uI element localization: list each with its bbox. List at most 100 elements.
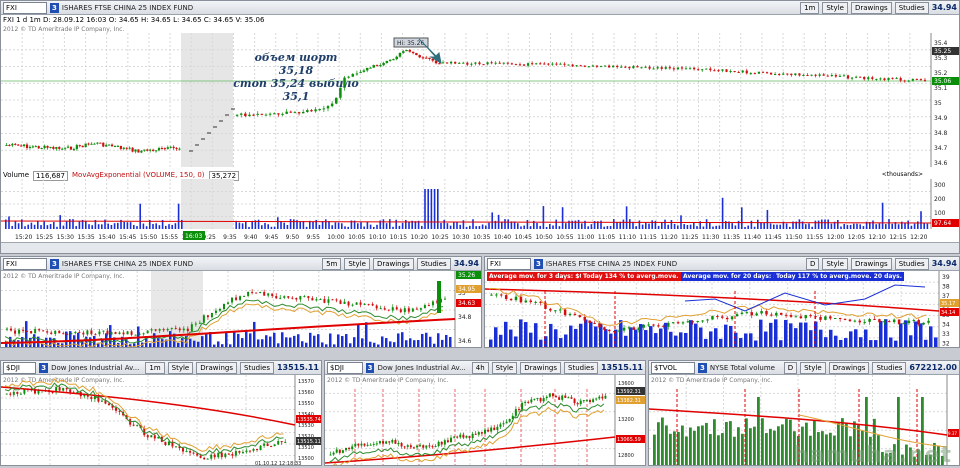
drawings-button[interactable]: Drawings	[850, 1, 892, 14]
volume-bar	[729, 325, 733, 347]
rally-candle	[326, 106, 330, 109]
mr-candle	[745, 312, 749, 314]
style-button[interactable]: Style	[800, 361, 826, 374]
volume-bar	[449, 225, 452, 229]
volume-bar	[229, 344, 232, 347]
drawings-button[interactable]: Drawings	[196, 361, 238, 374]
b2-candle	[542, 398, 545, 402]
studies-button[interactable]: Studies	[872, 361, 907, 374]
y-tick-label: 13550	[298, 401, 314, 407]
time-label: 11:00	[577, 234, 594, 241]
top-candle	[408, 49, 412, 52]
volume-bar	[904, 320, 908, 347]
main-volume-plot[interactable]: 300 200 100 97.64	[1, 179, 960, 229]
volume-bar	[369, 224, 372, 229]
symbol-input[interactable]: FXI	[3, 257, 47, 270]
time-label: 12:10	[869, 234, 886, 241]
symbol-input[interactable]: FXI	[487, 257, 531, 270]
b2-candle	[589, 400, 592, 402]
interval-button[interactable]: 4h	[471, 361, 489, 374]
volume-bar	[677, 225, 679, 229]
ml-candle	[110, 332, 113, 335]
volume-bar	[789, 323, 793, 347]
volume-bar	[305, 226, 308, 229]
volume-bar	[657, 422, 660, 465]
link-group-badge[interactable]: 3	[534, 258, 543, 269]
studies-button[interactable]: Studies	[240, 361, 274, 374]
b1-candle	[16, 391, 19, 394]
volume-bar	[719, 338, 723, 347]
link-group-badge[interactable]: 3	[50, 2, 59, 13]
drift-candle	[506, 62, 509, 64]
volume-bar	[280, 221, 282, 229]
pre-candle	[131, 147, 134, 152]
drawings-button[interactable]: Drawings	[828, 361, 870, 374]
style-button[interactable]: Style	[822, 1, 848, 14]
mid-left-plot[interactable]: 3534.834.635.2634.9534.63	[1, 271, 482, 348]
link-group-badge[interactable]: 3	[698, 362, 707, 373]
b2-candle	[573, 398, 576, 404]
volume-bar	[437, 189, 439, 229]
style-button[interactable]: Style	[344, 257, 370, 270]
pre-candle	[134, 149, 137, 152]
volume-bar	[539, 339, 543, 347]
volume-bar	[616, 222, 618, 229]
drift-candle	[514, 64, 518, 66]
volume-bar	[653, 434, 656, 465]
volume-bar	[629, 327, 633, 347]
horizontal-scrollbar[interactable]	[1, 242, 959, 253]
b2-candle	[385, 441, 388, 444]
volume-bar	[777, 426, 780, 465]
style-button[interactable]: Style	[491, 361, 518, 374]
link-group-badge[interactable]: 3	[365, 362, 375, 373]
studies-button[interactable]: Studies	[564, 361, 598, 374]
bottom1-plot[interactable]: 1357013560135501354013530135201351013500…	[1, 375, 322, 466]
ml-candle	[295, 298, 298, 300]
ml-candle	[142, 333, 145, 335]
volume-bar	[401, 222, 404, 229]
drift-candle	[672, 68, 675, 70]
style-button[interactable]: Style	[822, 257, 848, 270]
volume-bar	[673, 223, 676, 229]
symbol-input[interactable]: $DJI	[3, 361, 37, 374]
volume-bar	[345, 334, 348, 347]
bottom-dji-1m-panel: $DJI 3 Dow Jones Industrial Av... 1m Sty…	[0, 360, 322, 466]
drift-candle	[494, 62, 497, 64]
style-button[interactable]: Style	[167, 361, 194, 374]
symbol-input[interactable]: $TVOL	[651, 361, 695, 374]
volume-bar	[328, 221, 330, 229]
link-group-badge[interactable]: 3	[39, 362, 49, 373]
b2-candle	[555, 396, 558, 398]
link-group-badge[interactable]: 3	[50, 258, 59, 269]
ml-candle	[423, 305, 426, 309]
mid-right-plot[interactable]: 393837363534333235.1734.14	[485, 271, 960, 348]
studies-button[interactable]: Studies	[416, 257, 451, 270]
ml-candle	[407, 308, 410, 312]
drawings-button[interactable]: Drawings	[850, 257, 892, 270]
volume-bar	[145, 226, 148, 229]
ml-candle	[251, 291, 254, 293]
main-price-plot[interactable]: 35.435.335.235.13534.934.834.734.6Hi: 35…	[1, 33, 960, 167]
bottom2-plot[interactable]: 136001340013200130001280013592.3113382.3…	[325, 375, 646, 466]
symbol-input[interactable]: $DJI	[327, 361, 363, 374]
interval-button[interactable]: 1m	[145, 361, 165, 374]
interval-button[interactable]: 5m	[322, 257, 342, 270]
studies-button[interactable]: Studies	[894, 1, 929, 14]
interval-button[interactable]: D	[805, 257, 820, 270]
volume-bar	[88, 224, 90, 229]
rally-candle	[277, 113, 280, 115]
ml-candle	[235, 297, 238, 300]
drawings-button[interactable]: Drawings	[520, 361, 562, 374]
interval-button[interactable]: D	[783, 361, 798, 374]
drift-candle	[871, 77, 874, 79]
b2-candle	[459, 434, 462, 438]
drift-candle	[903, 80, 906, 82]
interval-button[interactable]: 1m	[800, 1, 820, 14]
bottom3-toolbar: $TVOL 3 NYSE Total volume D Style Drawin…	[649, 361, 959, 375]
studies-button[interactable]: Studies	[894, 257, 929, 270]
symbol-input[interactable]: FXI	[3, 1, 47, 14]
drawings-button[interactable]: Drawings	[372, 257, 414, 270]
top-candle	[411, 51, 415, 54]
last-price: 672212.00	[909, 363, 957, 372]
b1-candle	[58, 387, 61, 391]
